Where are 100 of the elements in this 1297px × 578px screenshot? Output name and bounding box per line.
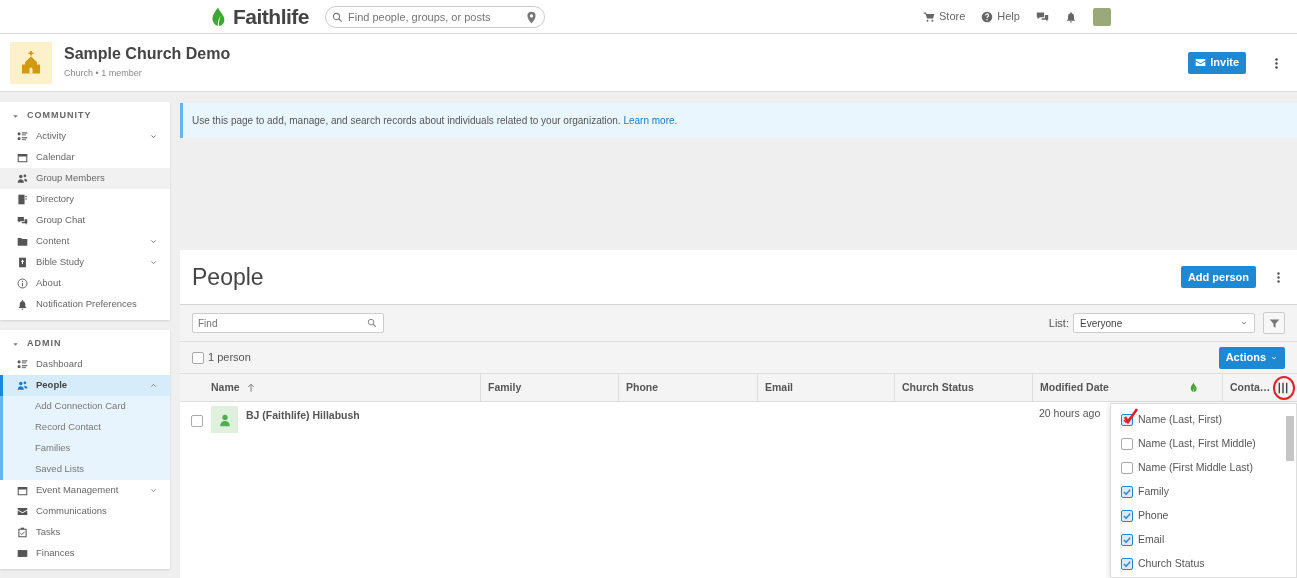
sidebar-subitem[interactable]: Record Contact [0, 417, 170, 438]
column-option[interactable]: Email [1121, 528, 1282, 552]
caret-icon [12, 112, 19, 120]
sidebar-item[interactable]: Finances [0, 543, 170, 564]
filter-button[interactable] [1263, 312, 1285, 334]
clipboard-check-icon [17, 527, 28, 538]
calendar-icon [17, 485, 28, 496]
banner-text: Use this page to add, manage, and search records about individuals related to your organization. Learn more. [192, 114, 678, 128]
actions-button[interactable]: Actions [1218, 346, 1285, 369]
cart-icon [923, 10, 935, 23]
directory-icon [17, 194, 28, 205]
group-subtitle: Church • 1 member [64, 66, 143, 80]
add-person-button[interactable]: Add person [1180, 266, 1256, 288]
search-field[interactable]: Find people, groups, or posts [325, 5, 545, 28]
column-option[interactable]: Name (First Middle Last) [1121, 456, 1282, 480]
check-icon [1122, 415, 1132, 425]
folder-icon [17, 236, 28, 247]
book-icon [17, 257, 28, 268]
sidebar-subitem[interactable]: Families [0, 438, 170, 459]
church-icon [19, 50, 43, 75]
find-field[interactable]: Find [192, 313, 384, 333]
checkbox[interactable] [1121, 558, 1133, 570]
person-name[interactable]: BJ (Faithlife) Hillabush [246, 408, 360, 424]
checkbox[interactable] [192, 351, 204, 364]
sidebar-item[interactable]: Activity [0, 126, 170, 147]
caret-icon [12, 340, 19, 348]
checkbox[interactable] [1121, 462, 1133, 474]
sidebar-item[interactable]: Dashboard [0, 354, 170, 375]
column-header[interactable]: Modified Date [1032, 374, 1165, 401]
invite-button[interactable]: Invite [1188, 51, 1246, 74]
column-header[interactable]: Email [757, 374, 894, 401]
brand-name[interactable]: Faithlife [233, 0, 309, 33]
checkbox[interactable] [191, 415, 203, 427]
list-label: List: [1048, 315, 1069, 331]
sidebar-item[interactable]: Bible Study [0, 252, 170, 273]
bell-icon [17, 299, 28, 310]
column-header[interactable]: Phone [618, 374, 757, 401]
sidebar-subitem[interactable]: Add Connection Card [0, 396, 170, 417]
column-option[interactable]: Family [1121, 480, 1282, 504]
activity-list-icon [17, 131, 28, 142]
column-header[interactable]: Name [211, 374, 480, 401]
calendar-icon [17, 152, 28, 163]
scrollbar-thumb[interactable] [1286, 416, 1294, 461]
search-icon [367, 318, 377, 328]
envelope-icon [1195, 57, 1207, 68]
sidebar-item[interactable]: About [0, 273, 170, 294]
help-icon [981, 10, 994, 23]
info-icon [17, 278, 28, 289]
sidebar-item[interactable]: Content [0, 231, 170, 252]
sidebar-item[interactable]: Directory [0, 189, 170, 210]
check-icon [1122, 559, 1132, 569]
sidebar-item[interactable]: Notification Preferences [0, 294, 170, 315]
checkbox[interactable] [1121, 486, 1133, 498]
dashboard-list-icon [17, 359, 28, 370]
column-option[interactable]: Phone [1121, 504, 1282, 528]
people-icon [17, 380, 28, 391]
chat-icon [17, 215, 28, 226]
column-header[interactable]: Family [480, 374, 618, 401]
checkbox[interactable] [1121, 510, 1133, 522]
envelope-icon [17, 506, 28, 517]
sidebar-item[interactable]: Tasks [0, 522, 170, 543]
column-option[interactable]: Church Status [1121, 552, 1282, 576]
check-icon [1122, 535, 1132, 545]
group-title: Sample Church Demo [64, 44, 232, 63]
list-value: Everyone [1080, 316, 1123, 331]
location-pin-icon [525, 10, 538, 24]
section-header[interactable]: ADMIN [0, 334, 170, 354]
columns-icon [1276, 380, 1290, 395]
result-count: 1 person [208, 350, 252, 366]
sidebar-item[interactable]: People [0, 375, 170, 396]
check-icon [1122, 487, 1132, 497]
column-option[interactable]: Name (Last, First) [1121, 408, 1282, 432]
sidebar-subitem[interactable]: Saved Lists [0, 459, 170, 480]
checkbox[interactable] [1121, 534, 1133, 546]
checkbox[interactable] [1121, 438, 1133, 450]
chat-icon [1035, 10, 1049, 23]
avatar-photo-placeholder[interactable] [1092, 7, 1111, 26]
nav-link[interactable]: Store [923, 8, 966, 25]
page-title: People [192, 262, 265, 292]
sidebar-item[interactable]: Event Management [0, 480, 170, 501]
list-select[interactable]: Everyone [1073, 313, 1255, 333]
column-header[interactable]: Conta… [1222, 374, 1269, 401]
sidebar-item[interactable]: Group Members [0, 168, 170, 189]
sidebar-item[interactable]: Group Chat [0, 210, 170, 231]
people-icon [17, 173, 28, 184]
column-header[interactable]: Church Status [894, 374, 1032, 401]
column-option[interactable]: Name (Last, First Middle) [1121, 432, 1282, 456]
sidebar-item[interactable]: Communications [0, 501, 170, 522]
notification-bell-icon [1064, 10, 1077, 23]
modified-date: 20 hours ago [1039, 407, 1101, 419]
chevron-icon [1240, 319, 1248, 327]
check-icon [1122, 511, 1132, 521]
leaf-icon [1188, 382, 1199, 393]
person-icon [217, 412, 232, 427]
card-icon [17, 548, 28, 559]
sidebar-item[interactable]: Calendar [0, 147, 170, 168]
search-icon [332, 11, 343, 23]
learn-more-link[interactable]: Learn more. [623, 115, 678, 126]
nav-link[interactable]: Help [981, 8, 1020, 25]
section-header[interactable]: COMMUNITY [0, 106, 170, 126]
